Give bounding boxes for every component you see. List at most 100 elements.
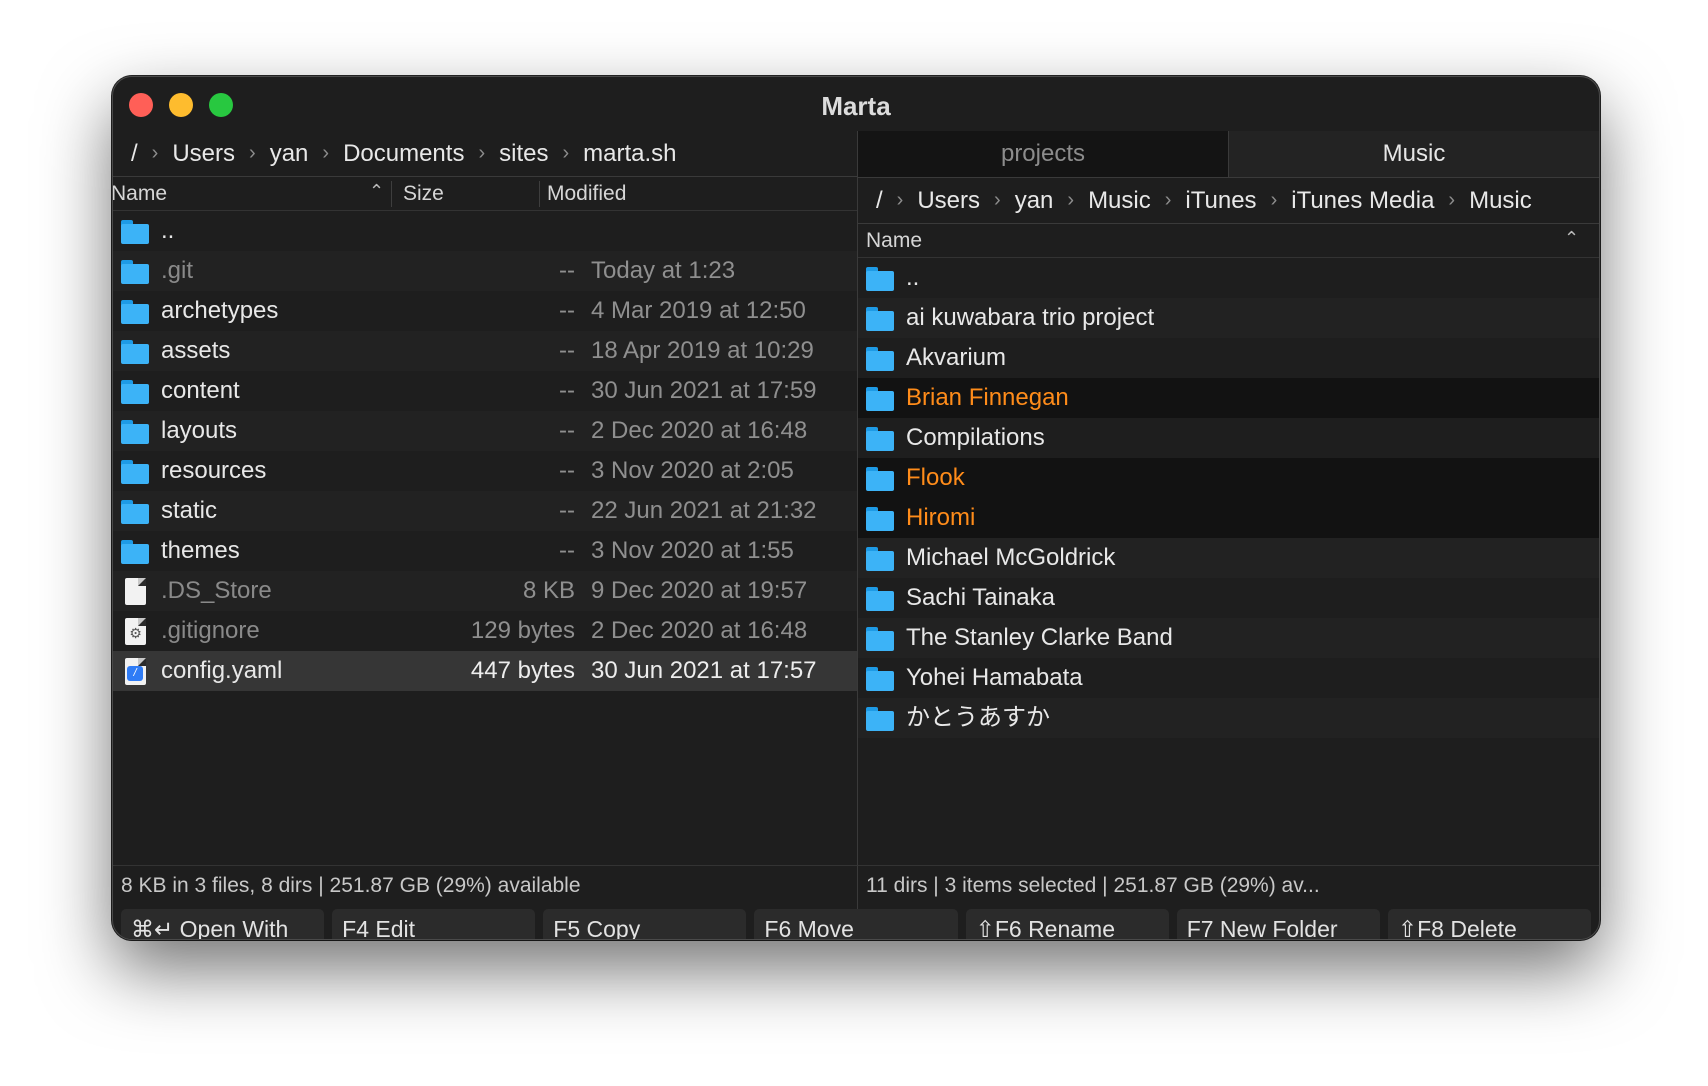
file-size: -- (559, 377, 575, 404)
folder-name: Sachi Tainaka (906, 584, 1055, 611)
folder-row[interactable]: Sachi Tainaka (858, 578, 1599, 618)
chevron-right-icon: › (478, 142, 486, 164)
file-name: archetypes (161, 297, 279, 324)
column-divider[interactable] (391, 181, 392, 207)
breadcrumb-segment[interactable]: Music (1088, 187, 1151, 215)
folder-name: Yohei Hamabata (906, 664, 1083, 691)
breadcrumb-segment[interactable]: marta.sh (583, 140, 676, 168)
folder-icon (121, 378, 149, 404)
column-divider[interactable] (539, 181, 540, 207)
file-row[interactable]: / config.yaml 447 bytes 30 Jun 2021 at 17:5… (113, 651, 857, 691)
folder-row[interactable]: Hiromi (858, 498, 1599, 538)
f6-move-button[interactable]: F6 Move (754, 909, 958, 939)
chevron-right-icon: › (249, 142, 256, 164)
file-row[interactable]: content -- 30 Jun 2021 at 17:59 (113, 371, 857, 411)
folder-name: ai kuwabara trio project (906, 304, 1155, 331)
file-name: .gitignore (161, 617, 260, 644)
folder-row[interactable]: Compilations (858, 418, 1599, 458)
open-with-button[interactable]: ⌘↵ Open With (121, 909, 325, 939)
right-pane[interactable]: projects Music / › Users › yan › Music › iTunes › i… (857, 131, 1599, 919)
breadcrumb-segment[interactable]: Music (1469, 187, 1532, 215)
f7-new-folder-button[interactable]: F7 New Folder (1176, 909, 1380, 939)
folder-icon (866, 305, 894, 331)
file-modified: 2 Dec 2020 at 16:48 (591, 617, 808, 644)
file-row[interactable]: ⚙ .gitignore 129 bytes 2 Dec 2020 at 16:48 (113, 611, 857, 651)
column-size-header[interactable]: Size (403, 182, 444, 206)
chevron-up-icon[interactable]: ⌃ (369, 181, 384, 202)
folder-name: Brian Finnegan (906, 384, 1069, 411)
folder-row[interactable]: Yohei Hamabata (858, 658, 1599, 698)
folder-name: Akvarium (906, 344, 1007, 371)
breadcrumb-segment[interactable]: sites (499, 140, 548, 168)
folder-row[interactable]: Akvarium (858, 338, 1599, 378)
right-file-list[interactable]: .. ai kuwabara trio project Akvarium Brian … (858, 258, 1599, 738)
breadcrumb-segment[interactable]: Users (917, 187, 980, 215)
folder-row[interactable]: Michael McGoldrick (858, 538, 1599, 578)
file-name: .DS_Store (161, 577, 272, 604)
folder-name: Flook (906, 464, 965, 491)
file-row[interactable]: .. (113, 211, 857, 251)
folder-row[interactable]: Flook (858, 458, 1599, 498)
folder-icon (866, 465, 894, 491)
f5-copy-button[interactable]: F5 Copy (543, 909, 747, 939)
column-name-header[interactable]: Name (113, 182, 167, 206)
column-modified-header[interactable]: Modified (547, 182, 626, 206)
tab-music[interactable]: Music (1229, 131, 1599, 177)
folder-row[interactable]: Brian Finnegan (858, 378, 1599, 418)
folder-icon (866, 585, 894, 611)
folder-row[interactable]: .. (858, 258, 1599, 298)
folder-icon (121, 458, 149, 484)
breadcrumb-segment[interactable]: yan (270, 140, 309, 168)
folder-row[interactable]: The Stanley Clarke Band (858, 618, 1599, 658)
right-status-bar: 11 dirs | 3 items selected | 251.87 GB (… (857, 865, 1599, 905)
left-pane[interactable]: / › Users › yan › Documents › sites › marta.sh Nam… (113, 131, 857, 919)
breadcrumb-segment[interactable]: / (876, 187, 883, 215)
file-row[interactable]: .DS_Store 8 KB 9 Dec 2020 at 19:57 (113, 571, 857, 611)
title-bar: Marta (113, 77, 1599, 131)
chevron-up-icon[interactable]: ⌃ (1564, 228, 1579, 249)
breadcrumb-segment[interactable]: iTunes Media (1291, 187, 1434, 215)
file-row[interactable]: assets -- 18 Apr 2019 at 10:29 (113, 331, 857, 371)
file-modified: 30 Jun 2021 at 17:57 (591, 657, 817, 684)
file-name: static (161, 497, 218, 524)
file-row[interactable]: layouts -- 2 Dec 2020 at 16:48 (113, 411, 857, 451)
chevron-right-icon: › (322, 142, 330, 164)
tab-projects[interactable]: projects (858, 131, 1229, 177)
file-row[interactable]: themes -- 3 Nov 2020 at 1:55 (113, 531, 857, 571)
left-status-bar: 8 KB in 3 files, 8 dirs | 251.87 GB (29%… (113, 865, 857, 905)
file-row[interactable]: static -- 22 Jun 2021 at 21:32 (113, 491, 857, 531)
column-name-header[interactable]: Name (866, 229, 922, 253)
folder-icon (121, 418, 149, 444)
shift-f8-delete-button[interactable]: ⇧F8 Delete (1387, 909, 1591, 939)
file-row[interactable]: resources -- 3 Nov 2020 at 2:05 (113, 451, 857, 491)
file-size: -- (559, 457, 575, 484)
shift-f6-rename-button[interactable]: ⇧F6 Rename (965, 909, 1169, 939)
breadcrumb-segment[interactable]: yan (1015, 187, 1054, 215)
file-modified: 9 Dec 2020 at 19:57 (591, 577, 808, 604)
folder-icon (866, 385, 894, 411)
f4-edit-button[interactable]: F4 Edit (332, 909, 536, 939)
right-tab-bar: projects Music (858, 131, 1599, 178)
right-column-header: Name ⌃ (858, 224, 1599, 258)
breadcrumb-segment[interactable]: Documents (343, 140, 464, 168)
folder-icon (866, 625, 894, 651)
file-name: assets (161, 337, 231, 364)
folder-name: かとうあすか (906, 704, 1050, 731)
left-file-list[interactable]: .. .git -- Today at 1:23 archetypes -- 4 Mar 2… (113, 211, 857, 691)
folder-name: Michael McGoldrick (906, 544, 1116, 571)
breadcrumb-segment[interactable]: Users (172, 140, 235, 168)
file-row[interactable]: .git -- Today at 1:23 (113, 251, 857, 291)
file-modified: 3 Nov 2020 at 1:55 (591, 537, 794, 564)
folder-row[interactable]: ai kuwabara trio project (858, 298, 1599, 338)
file-size: -- (559, 417, 575, 444)
file-name: resources (161, 457, 267, 484)
chevron-right-icon: › (151, 142, 159, 164)
folder-row[interactable]: かとうあすか (858, 698, 1599, 738)
gear-document-icon: ⚙ (121, 618, 149, 645)
breadcrumb-segment[interactable]: / (131, 140, 138, 168)
file-size: 8 KB (522, 577, 575, 604)
breadcrumb-segment[interactable]: iTunes (1185, 187, 1256, 215)
file-modified: 18 Apr 2019 at 10:29 (591, 337, 814, 364)
file-row[interactable]: archetypes -- 4 Mar 2019 at 12:50 (113, 291, 857, 331)
left-column-header: Name ⌃ Size Modified (113, 177, 857, 211)
